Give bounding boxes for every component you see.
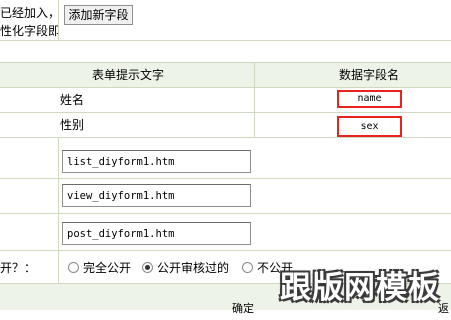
field-name-name: name bbox=[337, 90, 402, 108]
top-note-line2: 性化字段即 bbox=[0, 24, 61, 38]
radio-public-all-label: 完全公开 bbox=[83, 261, 132, 275]
divider bbox=[0, 40, 451, 41]
post-template-input[interactable] bbox=[62, 222, 251, 245]
divider bbox=[58, 138, 59, 284]
radio-public-approved[interactable] bbox=[142, 262, 153, 273]
field-label-name: 姓名 bbox=[60, 93, 85, 107]
top-note-line1: 已经加入， bbox=[0, 6, 61, 20]
list-template-input[interactable] bbox=[62, 150, 251, 173]
divider bbox=[0, 250, 451, 251]
confirm-button[interactable]: 确定 bbox=[232, 298, 254, 320]
divider bbox=[58, 0, 59, 40]
header-field-column: 数据字段名 bbox=[339, 68, 400, 82]
divider bbox=[0, 213, 451, 214]
divider bbox=[0, 87, 451, 88]
radio-public-approved-label: 公开审核过的 bbox=[157, 261, 230, 275]
divider bbox=[0, 112, 451, 113]
top-note: 已经加入， 性化字段即 bbox=[0, 4, 60, 40]
watermark-logo: 跟版网模板 bbox=[280, 270, 440, 306]
view-template-input[interactable] bbox=[62, 184, 251, 207]
public-setting-label: 开？： bbox=[0, 261, 37, 275]
divider bbox=[0, 137, 451, 138]
radio-public-all[interactable] bbox=[68, 262, 79, 273]
header-label-column: 表单提示文字 bbox=[92, 68, 165, 82]
radio-private[interactable] bbox=[242, 262, 253, 273]
field-label-sex: 性别 bbox=[60, 118, 85, 132]
divider bbox=[0, 178, 451, 179]
add-field-button[interactable]: 添加新字段 bbox=[64, 5, 133, 25]
divider bbox=[254, 63, 255, 137]
field-name-sex: sex bbox=[337, 116, 402, 137]
